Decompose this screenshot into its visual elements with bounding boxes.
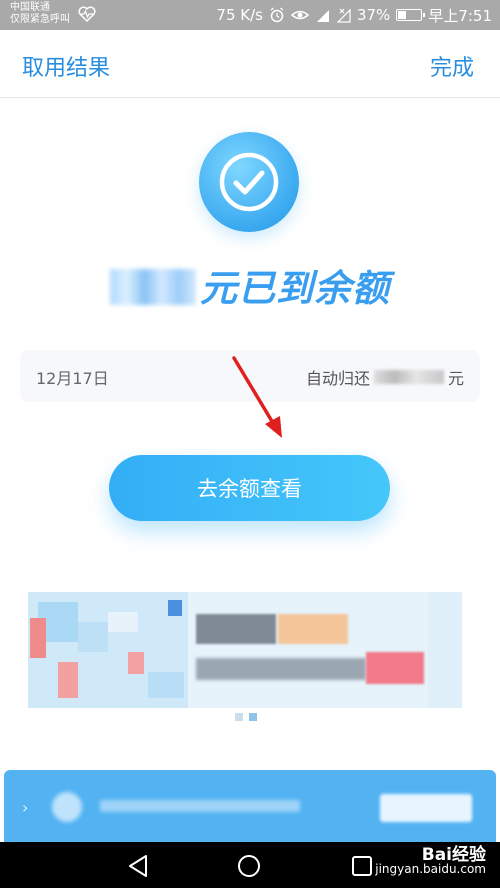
banner-block: [78, 622, 108, 652]
eye-icon: [290, 10, 309, 20]
title-bar: 取用结果 完成: [0, 30, 500, 98]
redacted-card-text: [100, 800, 300, 812]
watermark-url: jingyan.baidu.com: [375, 862, 486, 876]
repayment-date: 12月17日: [36, 369, 109, 388]
view-balance-button[interactable]: 去余额查看: [109, 455, 390, 521]
alarm-icon: [270, 7, 284, 23]
redacted-repay-amount: [373, 370, 444, 384]
banner-block: [196, 658, 366, 680]
carousel-dot[interactable]: [249, 713, 257, 721]
repay-unit: 元: [447, 369, 464, 388]
amount-message: 元已到余额: [0, 258, 500, 312]
check-icon: [219, 152, 279, 212]
auto-repay-label: 自动归还: [305, 369, 370, 388]
battery-icon: [396, 9, 426, 21]
banner-block: [278, 614, 348, 644]
carousel-dot[interactable]: [235, 713, 243, 721]
watermark: Bai经验 jingyan.baidu.com: [375, 845, 486, 877]
banner-block: [58, 662, 78, 698]
promo-banner[interactable]: [28, 592, 462, 708]
banner-block: [128, 652, 144, 674]
recents-square-icon[interactable]: [349, 853, 375, 879]
home-circle-icon[interactable]: [236, 853, 262, 879]
avatar: [52, 792, 82, 822]
banner-block: [168, 600, 182, 616]
carrier-name: 中国联通: [10, 2, 50, 13]
carrier-emergency: 仅限紧急呼叫: [10, 14, 70, 25]
status-bar: 中国联通 仅限紧急呼叫 75 K/s 37% 早上7:51: [0, 0, 500, 30]
watermark-brand: Bai经验: [421, 845, 486, 865]
signal-icon: [316, 10, 329, 22]
amount-message-text: 元已到余额: [200, 267, 390, 310]
back-triangle-icon[interactable]: [126, 853, 152, 879]
redacted-amount: [110, 269, 196, 305]
page-title: 取用结果: [22, 56, 111, 81]
heartbeat-icon: [78, 6, 96, 22]
banner-block: [148, 672, 184, 698]
carrier-info: 中国联通 仅限紧急呼叫: [10, 2, 70, 26]
chevron-right-icon: ›: [22, 798, 29, 817]
bottom-promo-card[interactable]: ›: [4, 770, 496, 842]
battery-percent: 37%: [356, 6, 391, 24]
carousel-dots: [235, 713, 257, 721]
redacted-card-button[interactable]: [380, 794, 472, 822]
no-signal-icon: [336, 8, 351, 23]
red-arrow-annotation: [232, 356, 282, 438]
clock-time: 早上7:51: [428, 6, 492, 25]
banner-block: [196, 614, 276, 644]
success-check-icon: [199, 132, 299, 232]
auto-repay-info: 自动归还 元: [306, 365, 464, 389]
banner-block: [428, 592, 462, 708]
banner-block: [108, 612, 138, 632]
banner-block: [366, 652, 424, 684]
network-speed: 75 K/s: [216, 6, 263, 24]
status-right: 75 K/s 37% 早上7:51: [216, 4, 492, 26]
banner-block: [30, 618, 46, 658]
done-button[interactable]: 完成: [430, 50, 474, 82]
